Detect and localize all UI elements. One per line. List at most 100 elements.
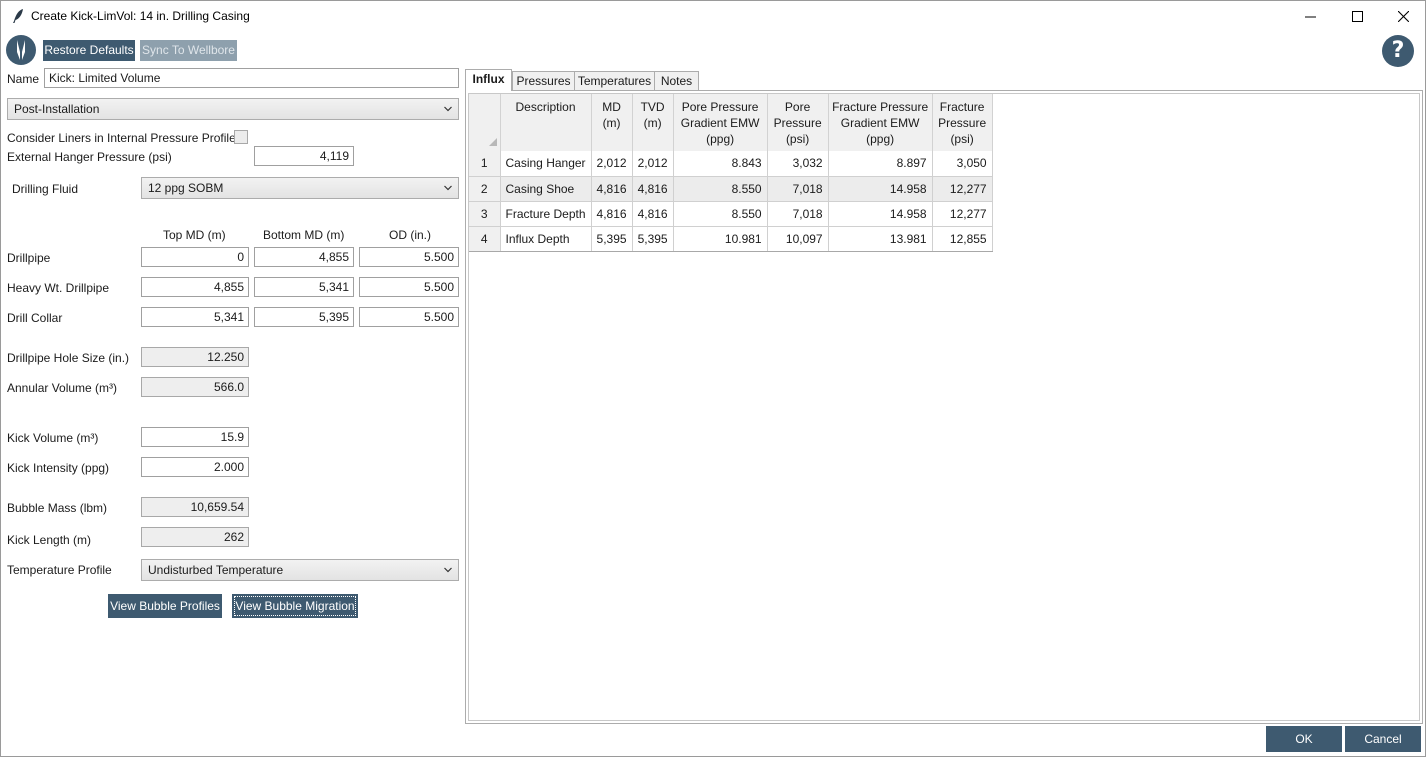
tab-pressures[interactable]: Pressures (512, 71, 575, 90)
drillpipe-label: Drillpipe (7, 251, 51, 265)
title-bar: Create Kick-LimVol: 14 in. Drilling Casi… (1, 1, 1425, 32)
cell-md[interactable]: 4,816 (591, 201, 633, 227)
row-header[interactable]: 3 (469, 201, 501, 227)
col-header-fracture-gradient[interactable]: Fracture Pressure Gradient EMW (ppg) (828, 94, 933, 151)
cell-pore-pressure[interactable]: 7,018 (767, 201, 829, 227)
cell-md[interactable]: 2,012 (591, 151, 633, 177)
cell-description[interactable]: Fracture Depth (500, 201, 592, 227)
cell-tvd[interactable]: 2,012 (632, 151, 674, 177)
sort-corner-icon (489, 138, 497, 146)
drill-collar-od-input[interactable]: 5.500 (359, 307, 459, 327)
app-logo (6, 35, 36, 65)
sync-to-wellbore-button[interactable]: Sync To Wellbore (140, 40, 237, 61)
cell-pore-pressure[interactable]: 7,018 (767, 176, 829, 202)
col-top-md: Top MD (m) (163, 228, 226, 242)
influx-tab-panel: Description MD (m) TVD (m) Pore Pressure Gr… (465, 90, 1423, 724)
cell-fracture-gradient[interactable]: 13.981 (828, 226, 933, 252)
drill-collar-top-md-input[interactable]: 5,341 (141, 307, 249, 327)
col-header-pore-gradient[interactable]: Pore Pressure Gradient EMW (ppg) (673, 94, 768, 151)
ok-button[interactable]: OK (1266, 726, 1342, 752)
cell-fracture-pressure[interactable]: 12,277 (932, 176, 993, 202)
name-label: Name (7, 72, 40, 86)
influx-table: Description MD (m) TVD (m) Pore Pressure Gr… (469, 94, 993, 252)
table-row[interactable]: 3 Fracture Depth 4,816 4,816 8.550 7,018… (469, 201, 993, 227)
cell-fracture-gradient[interactable]: 14.958 (828, 201, 933, 227)
kick-intensity-label: Kick Intensity (ppg) (7, 461, 110, 475)
consider-liners-checkbox[interactable] (234, 130, 248, 144)
view-bubble-migration-button[interactable]: View Bubble Migration (232, 594, 358, 618)
annular-volume-value: 566.0 (141, 377, 249, 397)
ext-hanger-label: External Hanger Pressure (psi) (7, 150, 172, 164)
col-header-description[interactable]: Description (500, 94, 592, 151)
minimize-button[interactable] (1287, 1, 1333, 31)
temp-profile-label: Temperature Profile (7, 563, 112, 577)
col-header-md[interactable]: MD (m) (591, 94, 633, 151)
kick-volume-input[interactable]: 15.9 (141, 427, 249, 447)
row-header[interactable]: 1 (469, 151, 501, 177)
cell-pore-gradient[interactable]: 8.550 (673, 176, 768, 202)
view-bubble-profiles-button[interactable]: View Bubble Profiles (108, 594, 222, 618)
restore-defaults-button[interactable]: Restore Defaults (43, 40, 135, 61)
cell-fracture-pressure[interactable]: 12,277 (932, 201, 993, 227)
row-header[interactable]: 2 (469, 176, 501, 202)
phase-select[interactable]: Post-Installation (7, 98, 459, 120)
phase-select-value: Post-Installation (14, 102, 100, 116)
cell-pore-gradient[interactable]: 8.843 (673, 151, 768, 177)
col-header-fracture-pressure[interactable]: Fracture Pressure (psi) (932, 94, 993, 151)
row-header[interactable]: 4 (469, 226, 501, 252)
cell-fracture-pressure[interactable]: 3,050 (932, 151, 993, 177)
drillpipe-bottom-md-input[interactable]: 4,855 (254, 247, 354, 267)
drillpipe-top-md-input[interactable]: 0 (141, 247, 249, 267)
temp-profile-select[interactable]: Undisturbed Temperature (141, 559, 459, 581)
cell-fracture-gradient[interactable]: 8.897 (828, 151, 933, 177)
table-row[interactable]: 4 Influx Depth 5,395 5,395 10.981 10,097… (469, 226, 993, 252)
cell-description[interactable]: Casing Shoe (500, 176, 592, 202)
help-icon[interactable]: ? (1382, 35, 1414, 67)
hwdp-top-md-input[interactable]: 4,855 (141, 277, 249, 297)
cell-pore-gradient[interactable]: 8.550 (673, 201, 768, 227)
cell-fracture-gradient[interactable]: 14.958 (828, 176, 933, 202)
kick-volume-label: Kick Volume (m³) (7, 431, 99, 445)
drilling-fluid-select[interactable]: 12 ppg SOBM (141, 177, 459, 199)
cell-tvd[interactable]: 5,395 (632, 226, 674, 252)
drill-collar-bottom-md-input[interactable]: 5,395 (254, 307, 354, 327)
tab-influx[interactable]: Influx (465, 69, 512, 91)
cell-pore-gradient[interactable]: 10.981 (673, 226, 768, 252)
annular-volume-label: Annular Volume (m³) (7, 381, 118, 395)
hwdp-bottom-md-input[interactable]: 5,341 (254, 277, 354, 297)
close-icon (1397, 10, 1409, 22)
drillpipe-od-input[interactable]: 5.500 (359, 247, 459, 267)
tab-temperatures[interactable]: Temperatures (574, 71, 655, 90)
cell-pore-pressure[interactable]: 10,097 (767, 226, 829, 252)
drill-collar-label: Drill Collar (7, 311, 63, 325)
bubble-mass-label: Bubble Mass (lbm) (7, 501, 108, 515)
kick-intensity-input[interactable]: 2.000 (141, 457, 249, 477)
cell-description[interactable]: Casing Hanger (500, 151, 592, 177)
col-header-pore-pressure[interactable]: Pore Pressure (psi) (767, 94, 829, 151)
ext-hanger-input[interactable]: 4,119 (254, 146, 354, 166)
cell-pore-pressure[interactable]: 3,032 (767, 151, 829, 177)
consider-liners-label: Consider Liners in Internal Pressure Pro… (7, 131, 236, 145)
table-row[interactable]: 1 Casing Hanger 2,012 2,012 8.843 3,032 … (469, 151, 993, 177)
cell-tvd[interactable]: 4,816 (632, 201, 674, 227)
col-bottom-md: Bottom MD (m) (263, 228, 345, 242)
tab-notes[interactable]: Notes (654, 71, 699, 90)
influx-grid: Description MD (m) TVD (m) Pore Pressure Gr… (468, 93, 1420, 721)
hwdp-od-input[interactable]: 5.500 (359, 277, 459, 297)
chevron-down-icon (444, 106, 452, 112)
name-input[interactable]: Kick: Limited Volume (44, 68, 459, 88)
close-button[interactable] (1380, 1, 1425, 31)
kick-length-value: 262 (141, 527, 249, 547)
cancel-button[interactable]: Cancel (1345, 726, 1421, 752)
cell-fracture-pressure[interactable]: 12,855 (932, 226, 993, 252)
cell-description[interactable]: Influx Depth (500, 226, 592, 252)
chevron-down-icon (444, 567, 452, 573)
cell-tvd[interactable]: 4,816 (632, 176, 674, 202)
maximize-button[interactable] (1334, 1, 1380, 31)
table-row[interactable]: 2 Casing Shoe 4,816 4,816 8.550 7,018 14… (469, 176, 993, 202)
col-od: OD (in.) (389, 228, 431, 242)
grid-corner[interactable] (469, 94, 501, 151)
cell-md[interactable]: 4,816 (591, 176, 633, 202)
col-header-tvd[interactable]: TVD (m) (632, 94, 674, 151)
cell-md[interactable]: 5,395 (591, 226, 633, 252)
